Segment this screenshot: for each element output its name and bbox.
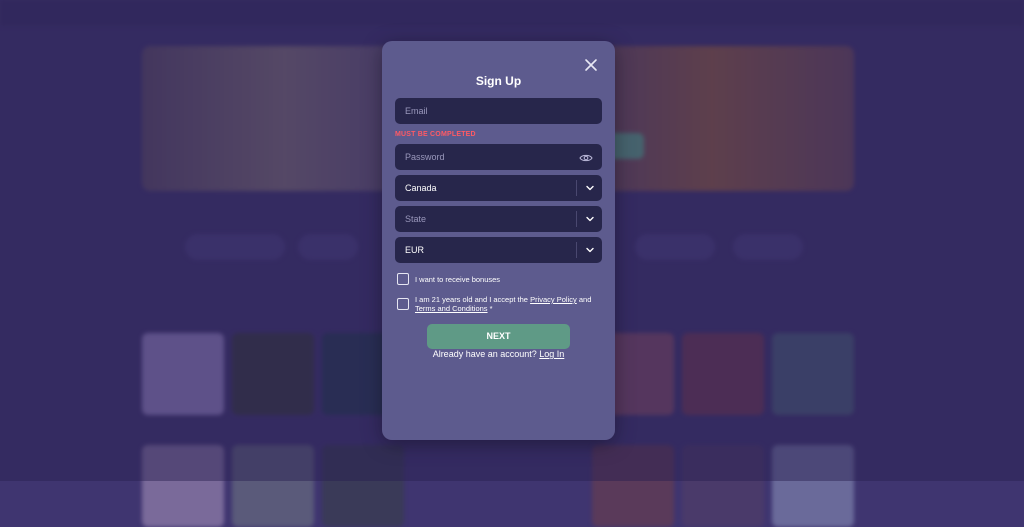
state-placeholder: State	[405, 214, 427, 224]
show-password-button[interactable]	[579, 151, 593, 163]
terms-label: I am 21 years old and I accept the Priva…	[415, 295, 605, 313]
select-divider	[576, 211, 577, 227]
chevron-down-icon	[586, 247, 594, 253]
select-divider	[576, 180, 577, 196]
terms-link[interactable]: Terms and Conditions	[415, 304, 488, 313]
next-button[interactable]: NEXT	[427, 324, 570, 349]
email-placeholder: Email	[405, 106, 428, 116]
state-select[interactable]: State	[395, 206, 602, 232]
signup-modal: Sign Up Email MUST BE COMPLETED Password…	[382, 41, 615, 440]
bonus-label: I want to receive bonuses	[415, 275, 501, 284]
email-error: MUST BE COMPLETED	[395, 131, 476, 138]
login-link[interactable]: Log In	[539, 349, 564, 359]
already-text: Already have an account?	[432, 349, 537, 359]
privacy-policy-link[interactable]: Privacy Policy	[530, 295, 577, 304]
login-prompt: Already have an account? Log In	[382, 349, 615, 359]
terms-and: and	[578, 295, 592, 304]
country-select[interactable]: Canada	[395, 175, 602, 201]
select-divider	[576, 242, 577, 258]
currency-value: EUR	[405, 245, 425, 255]
terms-checkbox[interactable]	[397, 298, 409, 310]
modal-title: Sign Up	[475, 74, 522, 88]
bonus-checkbox[interactable]	[397, 273, 409, 285]
chevron-down-icon	[586, 185, 594, 191]
terms-prefix: I am 21 years old and I accept the	[415, 295, 528, 304]
close-button[interactable]	[582, 56, 600, 74]
close-icon	[585, 59, 597, 71]
currency-select[interactable]: EUR	[395, 237, 602, 263]
password-field[interactable]: Password	[395, 144, 602, 170]
email-field[interactable]: Email	[395, 98, 602, 124]
password-placeholder: Password	[405, 152, 445, 162]
eye-icon	[579, 154, 593, 162]
country-value: Canada	[405, 183, 437, 193]
required-mark: *	[489, 304, 493, 313]
chevron-down-icon	[586, 216, 594, 222]
